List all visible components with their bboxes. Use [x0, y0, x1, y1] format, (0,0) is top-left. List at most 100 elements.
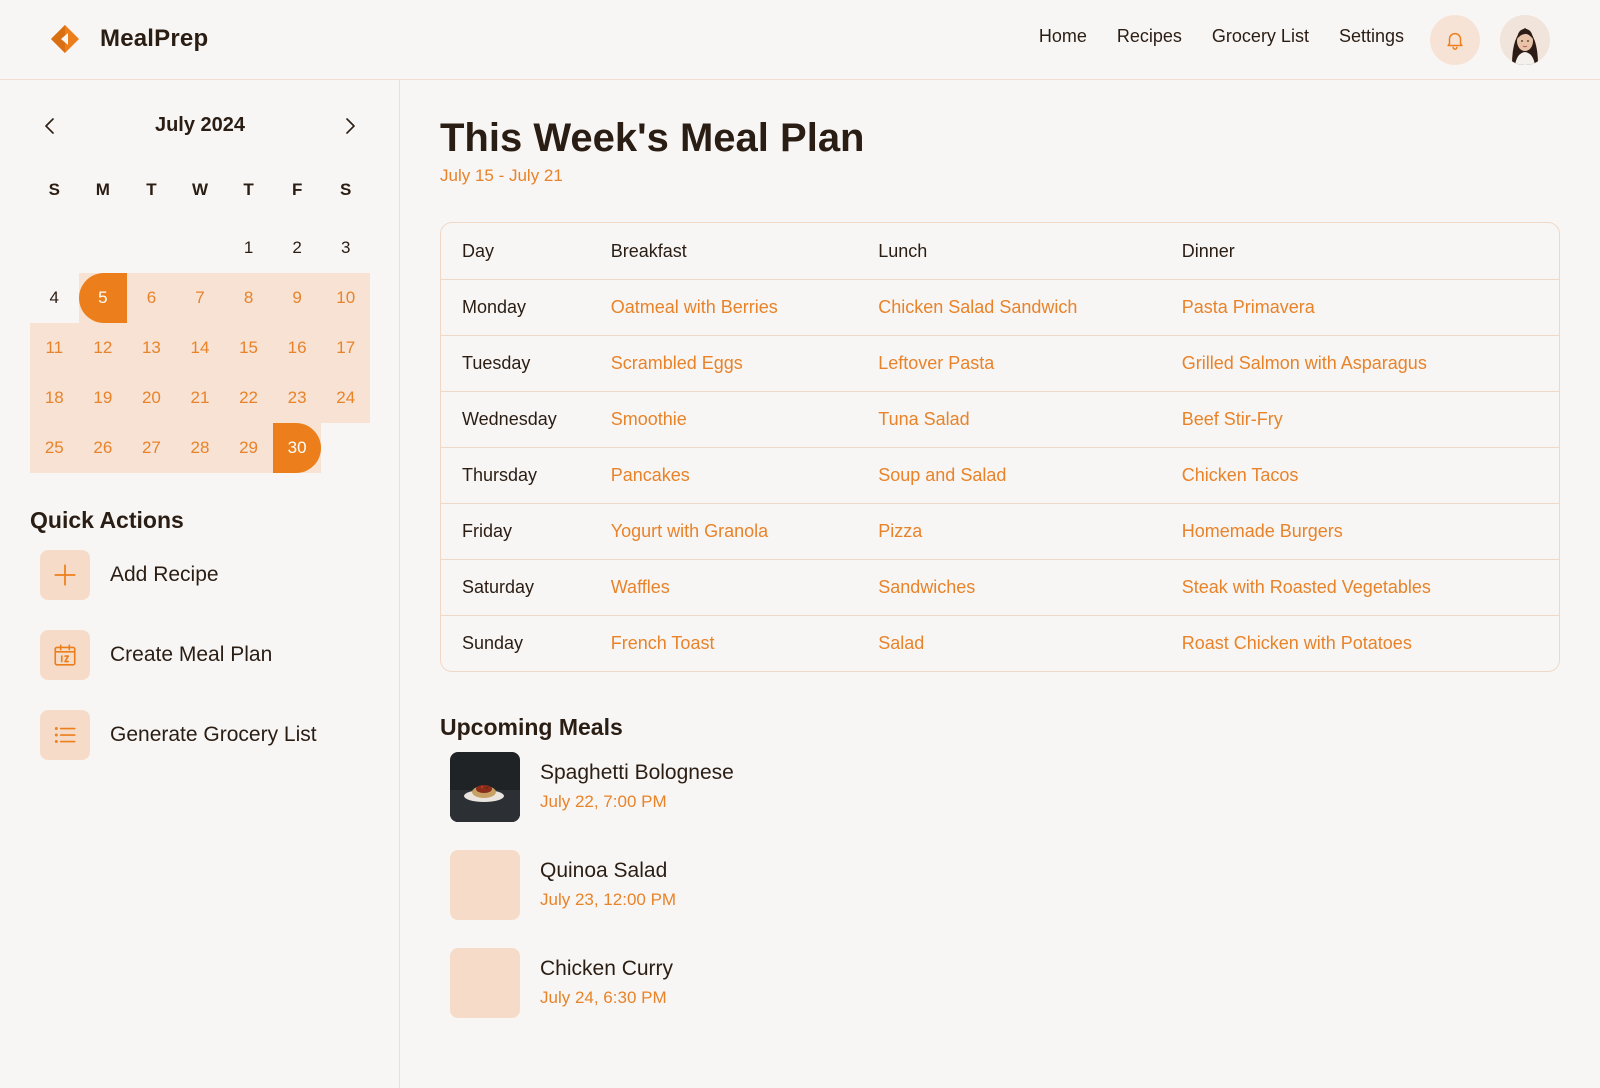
calendar-day-number: 9 [292, 288, 302, 307]
create-meal-plan-button[interactable]: Create Meal Plan [40, 630, 272, 680]
dinner-cell[interactable]: Homemade Burgers [1182, 521, 1559, 542]
day-cell: Tuesday [462, 353, 531, 373]
weekday-label: S [340, 180, 352, 199]
column-header-day: Day [462, 240, 495, 261]
calendar-day[interactable]: 4 [30, 273, 79, 323]
calendar-day-number: 14 [190, 338, 210, 357]
breakfast-cell[interactable]: Pancakes [611, 465, 879, 486]
calendar-day[interactable]: 19 [78, 373, 128, 423]
user-avatar-icon [1500, 15, 1550, 65]
calendar-day[interactable]: 17 [321, 323, 370, 373]
calendar-day-number: 16 [287, 338, 307, 357]
column-header-lunch: Lunch [878, 240, 928, 261]
breakfast-cell[interactable]: Scrambled Eggs [611, 353, 879, 374]
nav-settings[interactable]: Settings [1339, 26, 1404, 47]
dinner-cell[interactable]: Roast Chicken with Potatoes [1182, 633, 1559, 654]
calendar-day[interactable]: 26 [78, 423, 128, 473]
calendar-day[interactable]: 8 [224, 273, 273, 323]
brand[interactable]: MealPrep [50, 24, 208, 54]
weekday-label: M [95, 180, 110, 199]
calendar-day[interactable]: 21 [175, 373, 225, 423]
meal-thumbnail-placeholder [450, 948, 520, 1018]
calendar-day[interactable]: 24 [321, 373, 370, 423]
calendar-day[interactable]: 28 [175, 423, 225, 473]
breakfast-cell[interactable]: Yogurt with Granola [611, 521, 879, 542]
calendar-day-number: 23 [287, 388, 307, 407]
table-row: Monday Oatmeal with Berries Chicken Salad … [441, 279, 1559, 335]
page-title: This Week's Meal Plan [440, 116, 865, 160]
lunch-cell[interactable]: Soup and Salad [878, 465, 1181, 486]
calendar-blank [30, 223, 79, 273]
calendar-day-number: 17 [336, 338, 356, 357]
nav-grocery-list[interactable]: Grocery List [1212, 26, 1309, 47]
main-nav: Home Recipes Grocery List Settings [1039, 26, 1404, 47]
upcoming-meal-item[interactable]: Spaghetti Bolognese July 22, 7:00 PM [450, 752, 950, 822]
calendar-day[interactable]: 11 [30, 323, 79, 373]
calendar-blank [127, 223, 176, 273]
upcoming-meal-item[interactable]: Quinoa Salad July 23, 12:00 PM [450, 850, 950, 920]
lunch-cell[interactable]: Sandwiches [878, 577, 1181, 598]
calendar-day[interactable]: 16 [272, 323, 322, 373]
calendar-day[interactable]: 25 [30, 423, 79, 473]
generate-grocery-list-button[interactable]: Generate Grocery List [40, 710, 317, 760]
calendar-day[interactable]: 23 [272, 373, 322, 423]
calendar-day[interactable]: 12 [78, 323, 128, 373]
calendar-day[interactable]: 7 [175, 273, 225, 323]
breakfast-cell[interactable]: Waffles [611, 577, 879, 598]
meal-thumbnail-placeholder [450, 850, 520, 920]
calendar-day[interactable]: 27 [127, 423, 176, 473]
calendar-day[interactable]: 1 [224, 223, 273, 273]
dinner-cell[interactable]: Chicken Tacos [1182, 465, 1559, 486]
notifications-button[interactable] [1430, 15, 1480, 65]
calendar-day[interactable]: 5 [78, 273, 128, 323]
calendar-weekdays: SMTWTFS [30, 180, 370, 204]
calendar-day[interactable]: 18 [30, 373, 79, 423]
calendar-icon [54, 644, 76, 666]
diamond-logo-icon [51, 25, 79, 53]
calendar-day[interactable]: 14 [175, 323, 225, 373]
calendar-day-number: 7 [195, 288, 205, 307]
dinner-cell[interactable]: Grilled Salmon with Asparagus [1182, 353, 1559, 374]
calendar-day-number: 5 [98, 288, 108, 307]
chevron-right-icon[interactable] [338, 114, 362, 138]
calendar-day-number: 27 [141, 438, 161, 457]
breakfast-cell[interactable]: Smoothie [611, 409, 879, 430]
lunch-cell[interactable]: Salad [878, 633, 1181, 654]
lunch-cell[interactable]: Tuna Salad [878, 409, 1181, 430]
plus-icon [54, 564, 76, 586]
calendar-day[interactable]: 22 [224, 373, 273, 423]
lunch-cell[interactable]: Leftover Pasta [878, 353, 1181, 374]
calendar-day-number: 2 [292, 238, 302, 257]
plus-icon-box [40, 550, 90, 600]
calendar-day[interactable]: 2 [273, 223, 322, 273]
dinner-cell[interactable]: Pasta Primavera [1182, 297, 1559, 318]
calendar-day-number: 6 [146, 288, 157, 307]
calendar-day-number: 25 [44, 438, 64, 457]
lunch-cell[interactable]: Pizza [878, 521, 1181, 542]
calendar-blank [79, 223, 128, 273]
dinner-cell[interactable]: Steak with Roasted Vegetables [1182, 577, 1559, 598]
calendar-day[interactable]: 6 [127, 273, 176, 323]
breakfast-cell[interactable]: French Toast [611, 633, 879, 654]
meal-time: July 24, 6:30 PM [540, 988, 667, 1007]
calendar-day[interactable]: 13 [127, 323, 176, 373]
calendar-day[interactable]: 9 [272, 273, 322, 323]
calendar-day[interactable]: 15 [224, 323, 273, 373]
avatar[interactable] [1500, 15, 1550, 65]
nav-home[interactable]: Home [1039, 26, 1087, 47]
calendar-day-number: 3 [340, 238, 351, 257]
calendar-day[interactable]: 10 [321, 273, 370, 323]
calendar-day-number: 20 [141, 388, 161, 407]
dinner-cell[interactable]: Beef Stir-Fry [1182, 409, 1559, 430]
nav-recipes[interactable]: Recipes [1117, 26, 1182, 47]
bell-icon [1447, 32, 1463, 50]
upcoming-meal-item[interactable]: Chicken Curry July 24, 6:30 PM [450, 948, 950, 1018]
breakfast-cell[interactable]: Oatmeal with Berries [611, 297, 879, 318]
lunch-cell[interactable]: Chicken Salad Sandwich [878, 297, 1181, 318]
calendar-day[interactable]: 3 [321, 223, 370, 273]
calendar-day[interactable]: 30 [272, 423, 322, 473]
calendar-day[interactable]: 20 [127, 373, 176, 423]
calendar-day[interactable]: 29 [224, 423, 273, 473]
add-recipe-button[interactable]: Add Recipe [40, 550, 219, 600]
table-row: Saturday Waffles Sandwiches Steak with Roas… [441, 559, 1559, 615]
